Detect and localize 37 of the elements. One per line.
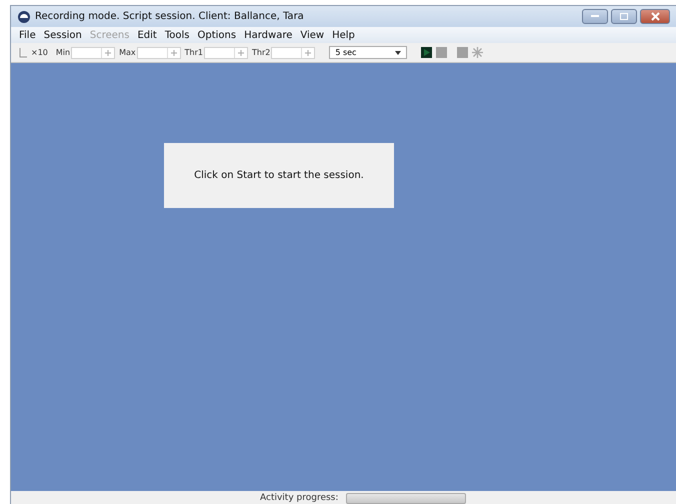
- window-title: Recording mode. Script session. Client: Ballance, Tara: [35, 11, 305, 22]
- spin-field[interactable]: [71, 46, 116, 58]
- interval-dropdown[interactable]: 5 sec: [329, 46, 408, 59]
- minimize-button[interactable]: [582, 9, 608, 24]
- menu-item[interactable]: Options: [198, 30, 236, 40]
- stop-icon[interactable]: [436, 47, 448, 58]
- menu-item[interactable]: Hardware: [244, 30, 292, 40]
- spinner-icon[interactable]: [305, 50, 312, 56]
- spin-field[interactable]: [271, 46, 316, 58]
- menu-item[interactable]: Edit: [137, 30, 157, 40]
- progress-label: Activity progress:: [260, 493, 338, 503]
- field-label: Min: [56, 48, 70, 57]
- spin-field[interactable]: [204, 46, 248, 58]
- menu-item[interactable]: Session: [44, 30, 82, 40]
- snowflake-icon[interactable]: [472, 47, 484, 58]
- close-button[interactable]: [640, 9, 670, 24]
- app-icon: [17, 10, 31, 24]
- menu-item[interactable]: File: [19, 30, 36, 40]
- spin-field[interactable]: [136, 46, 181, 58]
- minimize-icon: [591, 15, 599, 18]
- play-icon[interactable]: [421, 47, 432, 58]
- menu-item[interactable]: Help: [332, 30, 355, 40]
- maximize-icon: [620, 13, 628, 20]
- menu-item[interactable]: Tools: [164, 30, 190, 40]
- close-icon: [650, 12, 660, 21]
- spinner-icon[interactable]: [170, 50, 177, 56]
- menu-item[interactable]: View: [300, 30, 324, 40]
- spinner-icon[interactable]: [238, 50, 244, 56]
- scale-label: ×10: [31, 48, 48, 57]
- field-label: Thr1: [184, 48, 203, 57]
- caret-icon: [395, 50, 402, 54]
- axis-icon: [19, 48, 27, 58]
- field-label: Thr2: [252, 48, 270, 57]
- maximize-button[interactable]: [611, 9, 637, 24]
- message-text: Click on Start to start the session.: [194, 170, 364, 181]
- spinner-icon[interactable]: [105, 50, 112, 56]
- field-label: Max: [119, 48, 136, 57]
